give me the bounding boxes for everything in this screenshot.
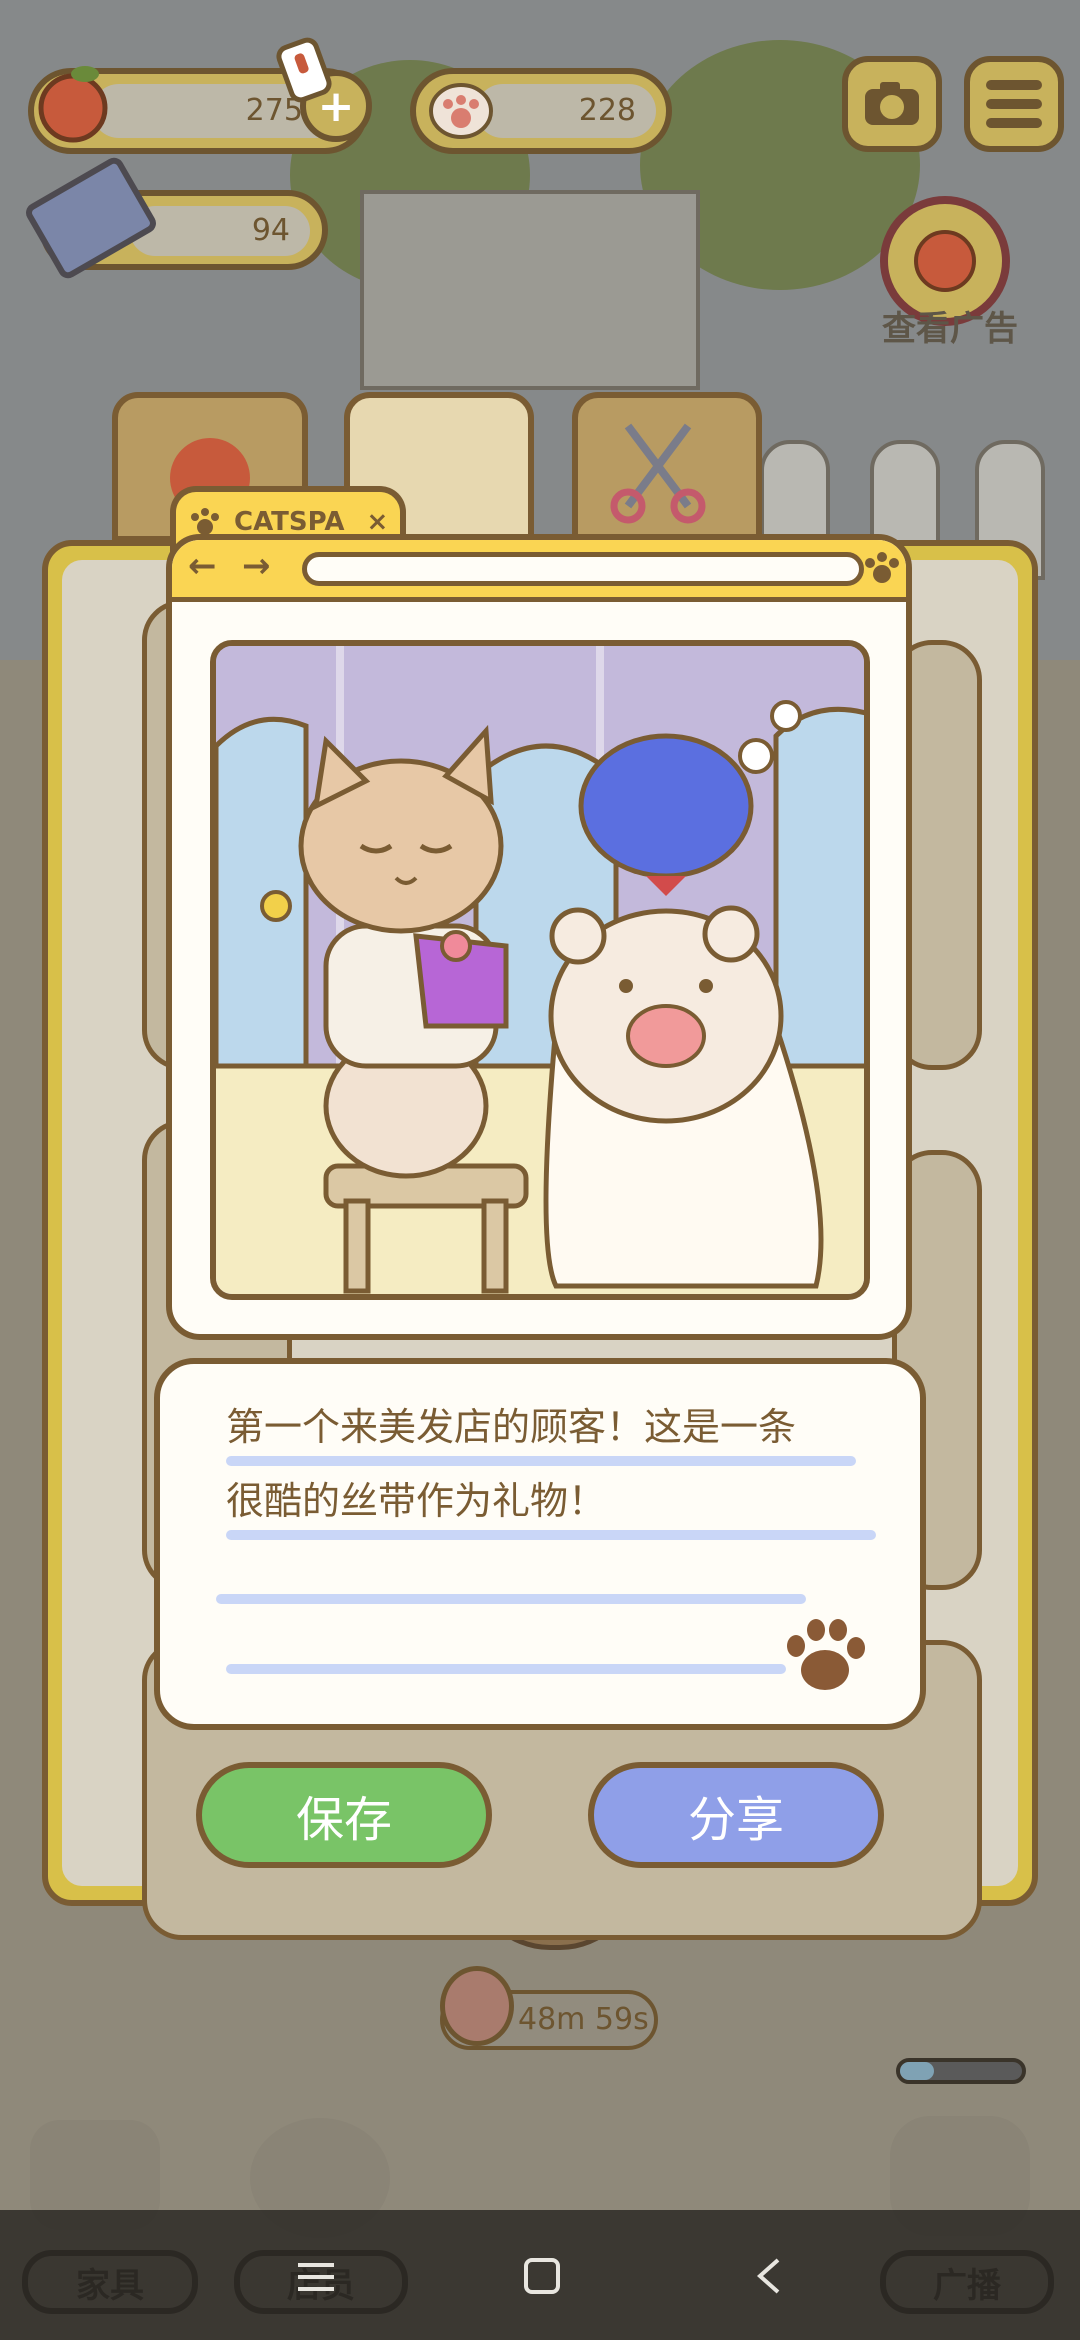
- ruled-line: [226, 1530, 876, 1540]
- window-close-icon[interactable]: ×: [366, 507, 388, 537]
- paw-icon: [865, 552, 899, 583]
- forward-arrow-icon[interactable]: →: [242, 546, 271, 586]
- apple-icon: [30, 58, 116, 144]
- message-line-1: 第一个来美发店的顾客！这是一条: [226, 1405, 797, 1449]
- camera-button[interactable]: [842, 56, 942, 152]
- message-line-2: 很酷的丝带作为礼物！: [226, 1479, 607, 1523]
- paw-count: 228: [476, 84, 656, 138]
- address-bar[interactable]: [302, 552, 864, 586]
- paw-icon: [426, 76, 496, 146]
- category-tab-scissors[interactable]: [572, 392, 762, 542]
- share-button[interactable]: 分享: [588, 1762, 884, 1868]
- timer-text: 48m 59s: [518, 2002, 649, 2037]
- apple-icon: [914, 230, 976, 292]
- back-arrow-icon[interactable]: ←: [188, 546, 217, 586]
- progress-fill: [900, 2062, 935, 2080]
- home-icon[interactable]: [522, 2256, 562, 2296]
- ruled-line: [226, 1456, 856, 1466]
- camera-icon: [865, 82, 919, 125]
- back-icon[interactable]: [752, 2256, 786, 2296]
- stopwatch-icon: [440, 1966, 514, 2046]
- shop-facade: [360, 190, 700, 390]
- catspa-window: ← →: [166, 534, 912, 1340]
- system-nav-bar: [0, 2210, 1080, 2340]
- menu-icon: [986, 80, 1042, 128]
- scissors-icon: [610, 423, 706, 524]
- ticket-count: 94: [130, 206, 310, 256]
- message-card: 第一个来美发店的顾客！这是一条 很酷的丝带作为礼物！: [154, 1358, 926, 1730]
- paw-stamp-icon: [787, 1619, 865, 1690]
- ruled-line: [216, 1594, 806, 1604]
- photo-illustration: [210, 640, 870, 1300]
- menu-button[interactable]: [964, 56, 1064, 152]
- window-toolbar: ← →: [172, 540, 906, 602]
- ruled-line: [226, 1664, 786, 1674]
- progress-bar: [896, 2058, 1026, 2084]
- cat-barber-illustration: [216, 646, 864, 1294]
- save-button[interactable]: 保存: [196, 1762, 492, 1868]
- recent-apps-icon[interactable]: [296, 2260, 336, 2294]
- paw-icon: [191, 508, 219, 535]
- window-title: CATSPA: [234, 507, 345, 537]
- watch-ad-label: 查看广告: [882, 309, 1018, 349]
